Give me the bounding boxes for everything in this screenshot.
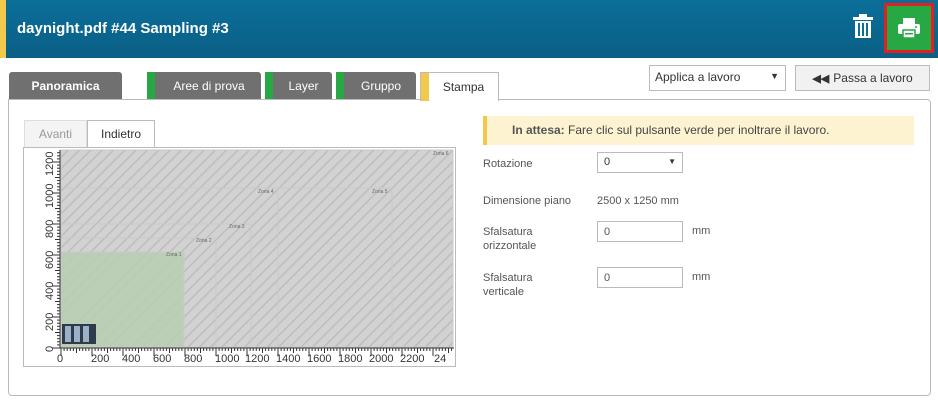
- banner-accent-bar: [483, 116, 487, 145]
- double-arrow-left-icon: ◀◀: [812, 73, 830, 85]
- y-tick-label: 1200: [44, 152, 56, 176]
- tab-status-stripe: [336, 72, 344, 100]
- hoffset-label-line1: Sfalsatura: [483, 226, 533, 238]
- y-tick-label: 400: [44, 282, 56, 300]
- x-tick-label: 2000: [369, 353, 393, 365]
- status-strong: In attesa:: [512, 123, 565, 137]
- pass-to-job-button[interactable]: ◀◀ Passa a lavoro: [795, 65, 930, 91]
- voffset-label-line1: Sfalsatura: [483, 272, 533, 284]
- tab-avanti[interactable]: Avanti: [24, 120, 87, 147]
- y-tick-label: 800: [44, 220, 56, 238]
- x-tick-label: 1600: [307, 353, 331, 365]
- chevron-down-icon: ▼: [770, 71, 779, 81]
- button-label: Passa a lavoro: [833, 71, 913, 85]
- apply-to-job-select[interactable]: Applica a lavoro ▼: [649, 65, 786, 91]
- dimension-label: Dimensione piano: [483, 195, 572, 207]
- tab-aree-di-prova[interactable]: Aree di prova: [147, 72, 261, 100]
- print-button[interactable]: [884, 3, 934, 53]
- app-header: daynight.pdf #44 Sampling #3: [0, 0, 938, 58]
- tab-stampa[interactable]: Stampa: [420, 72, 499, 101]
- status-banner: In attesa: Fare clic sul pulsante verde …: [483, 116, 914, 145]
- tab-label: Gruppo: [360, 79, 402, 93]
- sample-thumbnail-icons: [62, 324, 96, 344]
- zone-label: Zona 2: [196, 238, 212, 244]
- horizontal-offset-input[interactable]: [597, 221, 683, 242]
- x-tick-label: 600: [153, 353, 171, 365]
- x-tick-label: 0: [57, 353, 63, 365]
- tab-status-stripe: [421, 73, 429, 101]
- hoffset-label-line2: orizzontale: [483, 240, 537, 252]
- y-tick-label: 200: [44, 313, 56, 331]
- x-tick-label: 1200: [245, 353, 269, 365]
- x-tick-label: 24: [434, 353, 446, 365]
- x-tick-label: 2200: [400, 353, 424, 365]
- x-tick-label: 1800: [338, 353, 362, 365]
- zone-label: Zona 6: [433, 151, 449, 157]
- zone-label: Zona 3: [229, 224, 245, 230]
- x-tick-label: 1000: [215, 353, 239, 365]
- rotation-select[interactable]: 0 ▼: [597, 152, 683, 173]
- select-value: 0: [604, 156, 611, 168]
- vertical-offset-input[interactable]: [597, 267, 683, 288]
- select-value: Applica a lavoro: [655, 70, 741, 84]
- dimension-value: 2500 x 1250 mm: [597, 195, 679, 207]
- hoffset-unit: mm: [692, 225, 711, 237]
- tab-layer[interactable]: Layer: [265, 72, 332, 100]
- tab-status-stripe: [265, 72, 273, 100]
- printer-icon: [898, 18, 920, 39]
- tab-label: Stampa: [442, 80, 485, 94]
- tab-label: Aree di prova: [173, 79, 245, 93]
- status-text: In attesa: Fare clic sul pulsante verde …: [512, 116, 829, 145]
- zone-label: Zona 4: [258, 189, 274, 195]
- tab-status-stripe: [147, 72, 155, 100]
- trash-icon[interactable]: [853, 14, 873, 38]
- x-tick-label: 800: [184, 353, 202, 365]
- voffset-label-line2: verticale: [483, 286, 524, 298]
- sheet-preview: Zona 1 Zona 2 Zona 3 Zona 4 Zona 5 Zona …: [23, 147, 456, 367]
- tab-panoramica[interactable]: Panoramica: [9, 72, 122, 100]
- rotation-label: Rotazione: [483, 158, 533, 170]
- tab-label: Layer: [288, 79, 319, 93]
- voffset-unit: mm: [692, 271, 711, 283]
- x-tick-label: 200: [91, 353, 109, 365]
- y-tick-label: 0: [44, 346, 56, 352]
- zone-label: Zona 5: [372, 189, 388, 195]
- tab-indietro[interactable]: Indietro: [87, 120, 155, 148]
- header-accent-bar: [0, 0, 6, 58]
- y-tick-label: 600: [44, 251, 56, 269]
- tab-gruppo[interactable]: Gruppo: [336, 72, 416, 100]
- zone-label: Zona 1: [166, 252, 182, 258]
- chevron-down-icon: ▼: [668, 157, 676, 166]
- x-tick-label: 400: [122, 353, 140, 365]
- x-tick-label: 1400: [276, 353, 300, 365]
- status-message: Fare clic sul pulsante verde per inoltra…: [568, 123, 830, 137]
- y-tick-label: 1000: [44, 184, 56, 208]
- page-title: daynight.pdf #44 Sampling #3: [17, 20, 229, 37]
